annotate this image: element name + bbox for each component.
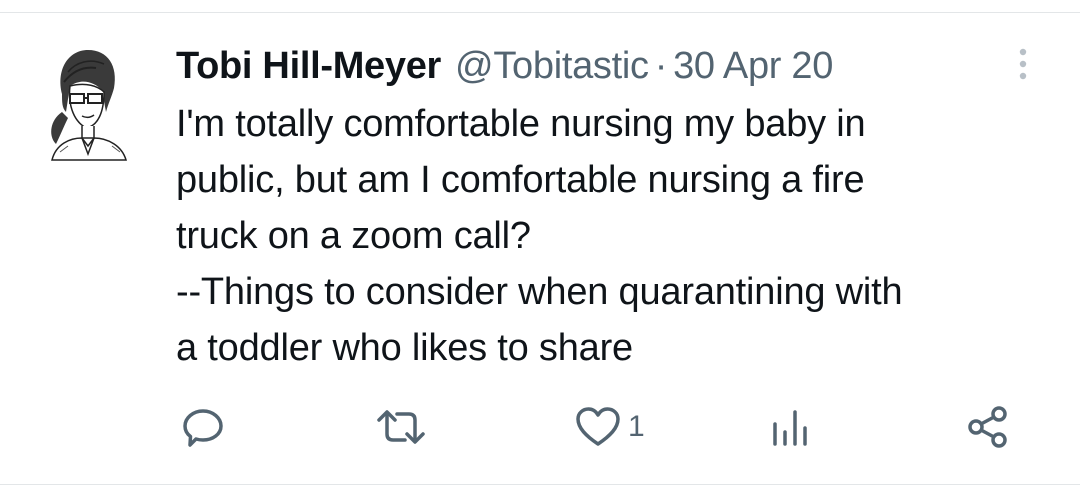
bar-chart-icon bbox=[773, 410, 807, 446]
avatar[interactable] bbox=[42, 42, 134, 162]
action-bar: 1 bbox=[0, 402, 1080, 452]
tweet-text-line: public, but am I comfortable nursing a f… bbox=[176, 159, 865, 201]
bottom-divider bbox=[0, 484, 1080, 485]
tweet-header: Tobi Hill-Meyer @Tobitastic · 30 Apr 20 bbox=[176, 42, 833, 90]
share-icon bbox=[968, 406, 1007, 448]
tweet-text-line: a toddler who likes to share bbox=[176, 327, 633, 369]
heart-icon bbox=[576, 407, 620, 446]
views-button[interactable] bbox=[770, 402, 812, 452]
tweet-text-line: --Things to consider when quarantining w… bbox=[176, 271, 903, 313]
retweet-icon bbox=[377, 410, 425, 444]
more-vertical-icon bbox=[1019, 48, 1027, 80]
author-handle[interactable]: @Tobitastic bbox=[455, 45, 649, 88]
tweet-text-line: truck on a zoom call? bbox=[176, 215, 531, 257]
share-button[interactable] bbox=[966, 402, 1010, 452]
tweet-text-line: I'm totally comfortable nursing my baby … bbox=[176, 103, 866, 145]
reply-icon bbox=[183, 409, 223, 447]
top-divider bbox=[0, 12, 1080, 13]
retweet-button[interactable] bbox=[375, 402, 427, 452]
avatar-portrait-icon bbox=[51, 50, 127, 161]
like-count: 1 bbox=[628, 410, 645, 443]
author-display-name[interactable]: Tobi Hill-Meyer bbox=[176, 45, 441, 88]
header-separator: · bbox=[654, 44, 668, 87]
reply-button[interactable] bbox=[180, 402, 226, 452]
tweet-date[interactable]: 30 Apr 20 bbox=[673, 45, 833, 88]
more-options-button[interactable] bbox=[1008, 46, 1038, 82]
like-button[interactable]: 1 bbox=[574, 402, 645, 452]
tweet-card: Tobi Hill-Meyer @Tobitastic · 30 Apr 20 … bbox=[0, 0, 1080, 499]
tweet-text: I'm totally comfortable nursing my baby … bbox=[176, 96, 1046, 376]
